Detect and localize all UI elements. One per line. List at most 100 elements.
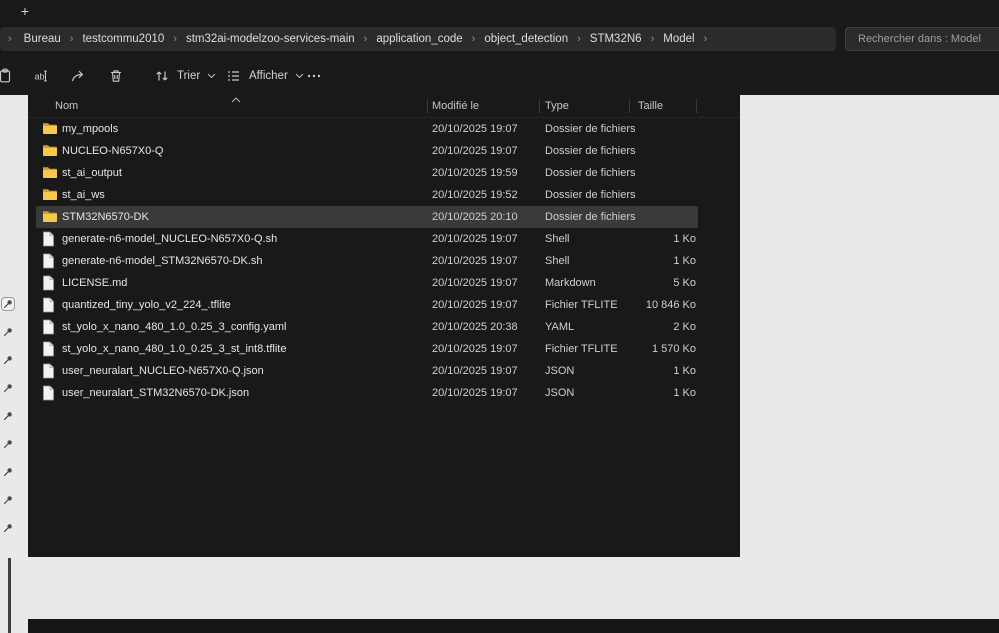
search-box[interactable]	[845, 27, 999, 51]
file-modified-cell: 20/10/2025 19:07	[432, 338, 518, 360]
breadcrumb-item[interactable]: testcommu2010	[76, 33, 170, 45]
tab-bar: +	[0, 0, 999, 22]
file-modified-cell: 20/10/2025 19:07	[432, 382, 518, 404]
table-row[interactable]: st_ai_ws 20/10/2025 19:52 Dossier de fic…	[28, 184, 740, 206]
table-row[interactable]: user_neuralart_NUCLEO-N657X0-Q.json 20/1…	[28, 360, 740, 382]
file-modified-cell: 20/10/2025 19:07	[432, 250, 518, 272]
file-modified-cell: 20/10/2025 20:38	[432, 316, 518, 338]
address-bar: › Bureau›testcommu2010›stm32ai-modelzoo-…	[0, 22, 999, 56]
new-tab-button[interactable]: +	[16, 2, 34, 20]
sort-button[interactable]: Trier	[146, 62, 224, 90]
file-name-cell: st_ai_ws	[62, 184, 105, 206]
file-name-cell: generate-n6-model_STM32N6570-DK.sh	[62, 250, 263, 272]
rename-button[interactable]: ab	[27, 62, 55, 90]
left-scrollbar[interactable]	[8, 558, 11, 633]
pin-icon[interactable]	[2, 410, 14, 422]
pin-icon[interactable]	[2, 382, 14, 394]
table-row[interactable]: generate-n6-model_NUCLEO-N657X0-Q.sh 20/…	[28, 228, 740, 250]
search-input[interactable]	[856, 32, 989, 46]
delete-button[interactable]	[102, 62, 130, 90]
file-icon	[42, 319, 55, 335]
file-list-panel: Nom Modifié le Type Taille my_mpools 20/…	[28, 95, 740, 557]
view-icon	[226, 68, 242, 84]
column-header-nom[interactable]: Nom	[55, 95, 78, 117]
file-type-cell: YAML	[545, 316, 574, 338]
breadcrumb-items: Bureau›testcommu2010›stm32ai-modelzoo-se…	[18, 33, 711, 45]
pin-icon[interactable]	[2, 522, 14, 534]
file-name-cell: st_yolo_x_nano_480_1.0_0.25_3_config.yam…	[62, 316, 286, 338]
table-row[interactable]: user_neuralart_STM32N6570-DK.json 20/10/…	[28, 382, 740, 404]
pin-icon[interactable]	[2, 326, 14, 338]
table-row[interactable]: NUCLEO-N657X0-Q 20/10/2025 19:07 Dossier…	[28, 140, 740, 162]
file-icon	[42, 231, 55, 247]
file-icon	[42, 341, 55, 357]
file-modified-cell: 20/10/2025 19:07	[432, 294, 518, 316]
file-icon	[42, 297, 55, 313]
file-size-cell: 5 Ko	[606, 272, 696, 294]
column-header-taille[interactable]: Taille	[638, 95, 663, 117]
folder-icon	[42, 187, 58, 201]
more-options-button[interactable]	[300, 62, 328, 90]
file-modified-cell: 20/10/2025 20:10	[432, 206, 518, 228]
pin-icon[interactable]	[2, 466, 14, 478]
file-type-cell: Shell	[545, 228, 569, 250]
table-row[interactable]: st_yolo_x_nano_480_1.0_0.25_3_st_int8.tf…	[28, 338, 740, 360]
file-size-cell: 1 Ko	[606, 360, 696, 382]
breadcrumb-item[interactable]: stm32ai-modelzoo-services-main	[180, 33, 361, 45]
file-type-cell: Dossier de fichiers	[545, 184, 635, 206]
table-row[interactable]: st_yolo_x_nano_480_1.0_0.25_3_config.yam…	[28, 316, 740, 338]
table-row[interactable]: quantized_tiny_yolo_v2_224_.tflite 20/10…	[28, 294, 740, 316]
breadcrumb-item[interactable]: application_code	[370, 33, 468, 45]
table-row[interactable]: my_mpools 20/10/2025 19:07 Dossier de fi…	[28, 118, 740, 140]
file-name-cell: quantized_tiny_yolo_v2_224_.tflite	[62, 294, 231, 316]
breadcrumb-separator-icon: ›	[173, 33, 177, 45]
file-size-cell: 1 Ko	[606, 382, 696, 404]
file-modified-cell: 20/10/2025 19:07	[432, 360, 518, 382]
column-divider[interactable]	[427, 99, 428, 113]
breadcrumb-separator-icon: ›	[472, 33, 476, 45]
breadcrumb-item[interactable]: Model	[657, 33, 700, 45]
table-row[interactable]: generate-n6-model_STM32N6570-DK.sh 20/10…	[28, 250, 740, 272]
breadcrumb: › Bureau›testcommu2010›stm32ai-modelzoo-…	[0, 27, 836, 51]
file-type-cell: JSON	[545, 382, 574, 404]
breadcrumb-separator-icon: ›	[651, 33, 655, 45]
more-icon	[306, 68, 322, 84]
table-row[interactable]: LICENSE.md 20/10/2025 19:07 Markdown 5 K…	[28, 272, 740, 294]
share-button[interactable]	[64, 62, 92, 90]
pin-icon[interactable]	[2, 354, 14, 366]
file-name-cell: NUCLEO-N657X0-Q	[62, 140, 163, 162]
column-divider[interactable]	[696, 99, 697, 113]
taskbar[interactable]	[28, 619, 999, 633]
file-modified-cell: 20/10/2025 19:07	[432, 140, 518, 162]
delete-icon	[108, 68, 124, 84]
rename-icon: ab	[33, 68, 49, 84]
clipboard-button[interactable]	[0, 62, 19, 90]
breadcrumb-item[interactable]: Bureau	[18, 33, 67, 45]
pin-icon[interactable]	[2, 494, 14, 506]
pin-icon[interactable]	[2, 438, 14, 450]
file-name-cell: st_yolo_x_nano_480_1.0_0.25_3_st_int8.tf…	[62, 338, 286, 360]
pin-icon[interactable]	[2, 298, 14, 310]
svg-text:ab: ab	[35, 72, 45, 82]
breadcrumb-separator-icon: ›	[577, 33, 581, 45]
file-type-cell: Shell	[545, 250, 569, 272]
column-divider[interactable]	[539, 99, 540, 113]
breadcrumb-item[interactable]: STM32N6	[584, 33, 648, 45]
column-header-modifie[interactable]: Modifié le	[432, 95, 479, 117]
sort-icon	[154, 68, 170, 84]
file-rows: my_mpools 20/10/2025 19:07 Dossier de fi…	[28, 118, 740, 404]
file-modified-cell: 20/10/2025 19:59	[432, 162, 518, 184]
file-icon	[42, 363, 55, 379]
view-button[interactable]: Afficher	[218, 62, 312, 90]
breadcrumb-separator-icon: ›	[364, 33, 368, 45]
file-icon	[42, 253, 55, 269]
left-rail	[0, 298, 16, 534]
file-name-cell: LICENSE.md	[62, 272, 127, 294]
clipboard-icon	[0, 68, 13, 84]
file-size-cell: 1 570 Ko	[606, 338, 696, 360]
table-row[interactable]: STM32N6570-DK 20/10/2025 20:10 Dossier d…	[28, 206, 740, 228]
column-divider[interactable]	[629, 99, 630, 113]
column-header-type[interactable]: Type	[545, 95, 569, 117]
breadcrumb-item[interactable]: object_detection	[478, 33, 574, 45]
table-row[interactable]: st_ai_output 20/10/2025 19:59 Dossier de…	[28, 162, 740, 184]
